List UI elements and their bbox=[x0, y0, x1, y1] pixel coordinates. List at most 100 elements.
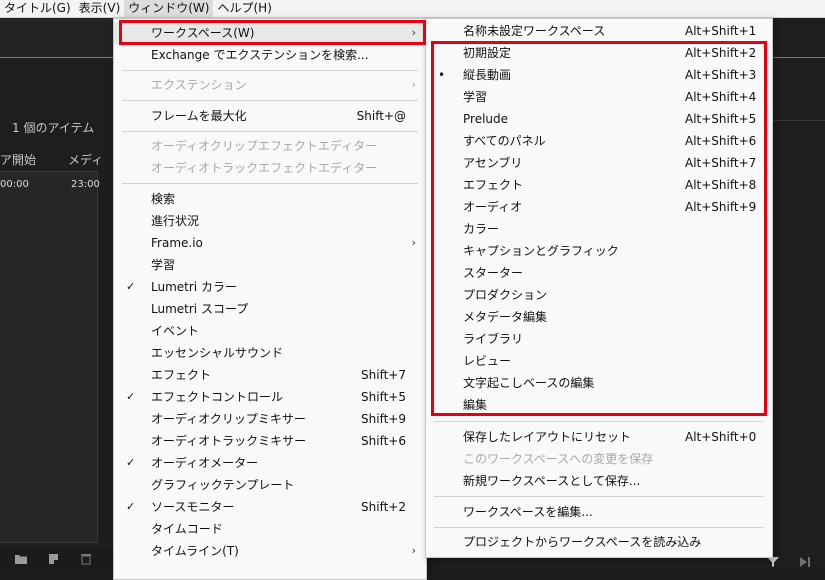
workspace-item-import-from-project[interactable]: プロジェクトからワークスペースを読み込み bbox=[426, 531, 772, 553]
menu-item-label: フレームを最大化 bbox=[151, 109, 247, 123]
menu-item-audio-meters[interactable]: ✓ オーディオメーター bbox=[114, 452, 426, 474]
menu-separator bbox=[122, 183, 418, 184]
menu-item-label: プロジェクトからワークスペースを読み込み bbox=[463, 535, 702, 549]
menu-item-label: オーディオクリップエフェクトエディター bbox=[151, 139, 378, 153]
menu-item-shortcut: Shift+5 bbox=[361, 390, 406, 404]
workspace-item-effects[interactable]: エフェクト Alt+Shift+8 bbox=[426, 174, 772, 196]
menu-item-graphic-templates[interactable]: グラフィックテンプレート bbox=[114, 474, 426, 496]
menu-item-label: キャプションとグラフィック bbox=[463, 244, 619, 258]
menu-item-shortcut: Shift+7 bbox=[361, 368, 406, 382]
menu-item-label: Exchange でエクステンションを検索... bbox=[151, 48, 369, 62]
workspace-item-captions-graphics[interactable]: キャプションとグラフィック bbox=[426, 240, 772, 262]
menu-item-label: アセンブリ bbox=[463, 156, 523, 170]
menu-item-learn[interactable]: 学習 bbox=[114, 254, 426, 276]
project-item-list[interactable] bbox=[0, 171, 98, 543]
menu-item-label: Lumetri カラー bbox=[151, 280, 237, 294]
workspace-item-save-changes: このワークスペースへの変更を保存 bbox=[426, 448, 772, 470]
workspace-item-editing[interactable]: 編集 bbox=[426, 394, 772, 416]
workspace-item-color[interactable]: カラー bbox=[426, 218, 772, 240]
menu-item-label: ワークスペース(W) bbox=[151, 26, 255, 40]
menu-item-shortcut: Alt+Shift+1 bbox=[685, 24, 757, 38]
window-menu: ワークスペース(W) › Exchange でエクステンションを検索... エク… bbox=[113, 18, 427, 580]
column-header-media[interactable]: メディ bbox=[68, 151, 103, 168]
menu-item-label: このワークスペースへの変更を保存 bbox=[463, 452, 654, 466]
menu-item-label: エフェクトコントロール bbox=[151, 390, 284, 404]
workspace-item-learning[interactable]: 学習 Alt+Shift+4 bbox=[426, 86, 772, 108]
workspace-item-edit-workspaces[interactable]: ワークスペースを編集... bbox=[426, 501, 772, 523]
menu-window[interactable]: ウィンドウ(W) bbox=[124, 0, 214, 17]
workspace-item-audio[interactable]: オーディオ Alt+Shift+9 bbox=[426, 196, 772, 218]
menu-item-label: レビュー bbox=[463, 354, 512, 368]
menu-item-label: オーディオトラックミキサー bbox=[151, 434, 307, 448]
menu-item-label: ワークスペースを編集... bbox=[463, 505, 593, 519]
menu-item-label: オーディオトラックエフェクトエディター bbox=[151, 161, 378, 175]
menu-item-label: すべてのパネル bbox=[463, 134, 546, 148]
workspace-item-text-based-editing[interactable]: 文字起こしベースの編集 bbox=[426, 372, 772, 394]
menu-item-maximize-frame[interactable]: フレームを最大化 Shift+@ bbox=[114, 105, 426, 127]
trash-icon[interactable] bbox=[79, 553, 93, 565]
new-item-icon[interactable] bbox=[47, 553, 61, 565]
workspace-item-libraries[interactable]: ライブラリ bbox=[426, 328, 772, 350]
menu-item-label: プロダクション bbox=[463, 288, 548, 302]
menu-item-shortcut: Alt+Shift+0 bbox=[685, 430, 757, 444]
menu-separator bbox=[434, 421, 764, 422]
menu-item-label: ライブラリ bbox=[463, 332, 524, 346]
menu-item-essential-sound[interactable]: エッセンシャルサウンド bbox=[114, 342, 426, 364]
menu-item-exchange[interactable]: Exchange でエクステンションを検索... bbox=[114, 44, 426, 66]
menu-item-workspace[interactable]: ワークスペース(W) › bbox=[114, 22, 426, 44]
menu-item-timecode[interactable]: タイムコード bbox=[114, 518, 426, 540]
menu-item-source-monitor[interactable]: ✓ ソースモニター Shift+2 bbox=[114, 496, 426, 518]
menu-item-frameio[interactable]: Frame.io › bbox=[114, 232, 426, 254]
menu-item-label: カラー bbox=[463, 222, 500, 236]
cell-media-time: 23:00 bbox=[71, 179, 100, 190]
menu-item-progress[interactable]: 進行状況 bbox=[114, 210, 426, 232]
menu-item-label: メタデータ編集 bbox=[463, 310, 548, 324]
workspace-item-untitled[interactable]: 名称未設定ワークスペース Alt+Shift+1 bbox=[426, 20, 772, 42]
column-header-start[interactable]: ア開始 bbox=[0, 151, 36, 168]
menu-item-label: オーディオクリップミキサー bbox=[151, 412, 306, 426]
workspace-item-starter[interactable]: スターター bbox=[426, 262, 772, 284]
workspace-item-production[interactable]: プロダクション bbox=[426, 284, 772, 306]
menu-title[interactable]: タイトル(G) bbox=[0, 0, 75, 17]
workspace-item-all-panels[interactable]: すべてのパネル Alt+Shift+6 bbox=[426, 130, 772, 152]
workspace-item-vertical-video[interactable]: • 縦長動画 Alt+Shift+3 bbox=[426, 64, 772, 86]
play-icon[interactable] bbox=[798, 556, 812, 568]
menu-item-label: グラフィックテンプレート bbox=[151, 478, 295, 492]
right-panel-divider bbox=[770, 120, 825, 121]
chevron-right-icon: › bbox=[411, 236, 416, 249]
menu-item-audio-clip-effect-editor: オーディオクリップエフェクトエディター bbox=[114, 135, 426, 157]
workspace-item-metadata-editing[interactable]: メタデータ編集 bbox=[426, 306, 772, 328]
right-panel-indicator bbox=[770, 57, 825, 58]
workspace-item-prelude[interactable]: Prelude Alt+Shift+5 bbox=[426, 108, 772, 130]
menubar: タイトル(G) 表示(V) ウィンドウ(W) ヘルプ(H) bbox=[0, 0, 825, 18]
menu-item-lumetri-color[interactable]: ✓ Lumetri カラー bbox=[114, 276, 426, 298]
menu-item-lumetri-scopes[interactable]: Lumetri スコープ bbox=[114, 298, 426, 320]
workspace-item-save-as-new[interactable]: 新規ワークスペースとして保存... bbox=[426, 470, 772, 492]
menu-separator bbox=[434, 496, 764, 497]
workspace-item-default[interactable]: 初期設定 Alt+Shift+2 bbox=[426, 42, 772, 64]
menu-help[interactable]: ヘルプ(H) bbox=[213, 0, 275, 17]
folder-icon[interactable] bbox=[14, 553, 28, 565]
menu-view[interactable]: 表示(V) bbox=[75, 0, 125, 17]
menu-item-label: 名称未設定ワークスペース bbox=[463, 24, 606, 38]
menu-item-timelines[interactable]: タイムライン(T) › bbox=[114, 540, 426, 562]
menu-separator bbox=[122, 131, 418, 132]
menu-item-label: 新規ワークスペースとして保存... bbox=[463, 474, 641, 488]
menu-item-effect-controls[interactable]: ✓ エフェクトコントロール Shift+5 bbox=[114, 386, 426, 408]
workspace-item-reset-layout[interactable]: 保存したレイアウトにリセット Alt+Shift+0 bbox=[426, 426, 772, 448]
menu-item-events[interactable]: イベント bbox=[114, 320, 426, 342]
workspace-item-review[interactable]: レビュー bbox=[426, 350, 772, 372]
active-panel-indicator bbox=[0, 57, 113, 58]
menu-item-shortcut: Alt+Shift+4 bbox=[685, 90, 757, 104]
workspace-item-assembly[interactable]: アセンブリ Alt+Shift+7 bbox=[426, 152, 772, 174]
menu-item-audio-track-mixer[interactable]: オーディオトラックミキサー Shift+6 bbox=[114, 430, 426, 452]
menu-item-effects[interactable]: エフェクト Shift+7 bbox=[114, 364, 426, 386]
check-icon: ✓ bbox=[126, 500, 136, 513]
menu-item-audio-clip-mixer[interactable]: オーディオクリップミキサー Shift+9 bbox=[114, 408, 426, 430]
menu-item-search[interactable]: 検索 bbox=[114, 188, 426, 210]
menu-item-label: タイムライン(T) bbox=[151, 544, 239, 558]
menu-item-label: Frame.io bbox=[151, 236, 203, 250]
menu-item-shortcut: Alt+Shift+9 bbox=[685, 200, 757, 214]
menu-item-label: 学習 bbox=[463, 90, 488, 104]
menu-item-extensions: エクステンション › bbox=[114, 74, 426, 96]
